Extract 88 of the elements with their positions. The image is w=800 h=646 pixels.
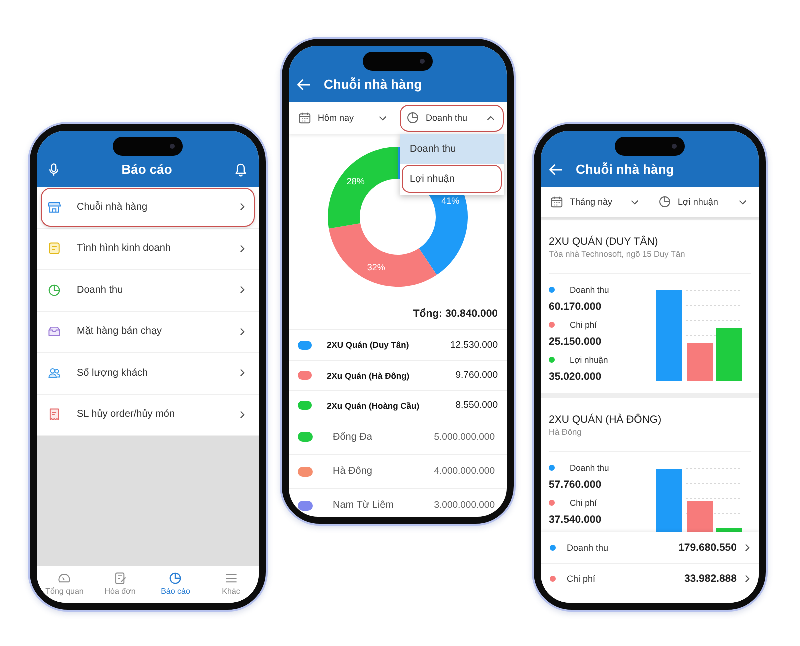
back-arrow-icon[interactable]	[297, 78, 311, 90]
branch-name: 2XU QUÁN (DUY TÂN)	[549, 236, 660, 249]
pie-chart-icon	[48, 284, 61, 297]
camera-notch	[113, 137, 183, 156]
summary-label: Chi phí	[567, 574, 596, 584]
nav-tab[interactable]: Khác	[204, 566, 259, 603]
revenue-value: 12.530.000	[450, 340, 498, 350]
chevron-right-icon	[240, 286, 245, 294]
percent-label: 28%	[346, 176, 365, 187]
filter-dropdown[interactable]: Doanh thu	[400, 104, 504, 132]
screen-title: Chuỗi nhà hàng	[324, 77, 422, 92]
revenue-value: 4.000.000.000	[434, 466, 495, 477]
metric-value: 37.540.000	[549, 514, 602, 526]
bell-icon[interactable]	[234, 162, 247, 176]
chevron-right-icon	[240, 244, 245, 253]
summary-value: 33.982.888	[684, 573, 737, 585]
grid-line	[686, 483, 742, 484]
metric-label: Chi phí	[570, 498, 597, 508]
metric-label: Doanh thu	[570, 284, 610, 294]
metric-value: 25.150.000	[549, 336, 602, 348]
restaurant-name: Đống Đa	[333, 432, 372, 442]
restaurant-name: 2Xu Quán (Hoàng Cầu)	[327, 400, 420, 410]
total-label: Tổng: 30.840.000	[413, 308, 498, 320]
calendar-icon	[551, 196, 563, 208]
chevron-down-icon	[739, 200, 747, 204]
calendar-icon	[299, 112, 311, 124]
screen-title: Báo cáo	[122, 162, 172, 177]
percent-label: 32%	[367, 262, 386, 273]
pie-chart-icon	[407, 112, 419, 124]
chevron-right-icon	[240, 328, 245, 336]
revenue-value: 8.550.000	[456, 400, 498, 411]
grid-line	[686, 305, 742, 306]
metric-value: 35.020.000	[549, 371, 602, 383]
branch-address: Tòa nhà Technosoft, ngõ 15 Duy Tân	[549, 249, 686, 260]
receipt-icon	[48, 408, 61, 422]
restaurant-name: Nam Từ Liêm	[333, 500, 394, 511]
restaurant-name: 2Xu Quán (Hà Đông)	[327, 370, 410, 380]
chevron-right-icon[interactable]	[745, 544, 750, 552]
chevron-right-icon	[240, 369, 245, 378]
revenue-value: 9.760.000	[456, 370, 498, 381]
chart-bar	[656, 469, 682, 532]
chevron-down-icon	[379, 116, 387, 120]
summary-value: 179.680.550	[678, 542, 737, 554]
chart-bar	[687, 501, 713, 532]
store-icon	[48, 200, 61, 214]
metric-value: 60.170.000	[549, 301, 602, 313]
pie-chart-icon	[659, 196, 671, 208]
metric-label: Lợi nhuận	[570, 354, 608, 364]
chart-bar	[687, 343, 713, 381]
branch-address: Hà Đông	[549, 427, 583, 438]
dropdown-option[interactable]: Doanh thu	[400, 134, 504, 164]
restaurant-name: Hà Đông	[333, 466, 372, 477]
metric-label: Chi phí	[570, 320, 597, 330]
dropdown-option[interactable]: Lợi nhuận	[402, 165, 502, 193]
metric-value: 57.760.000	[549, 479, 602, 491]
restaurant-name: 2XU Quán (Duy Tân)	[327, 340, 410, 350]
chevron-right-icon	[240, 203, 245, 212]
chevron-down-icon	[631, 200, 639, 204]
chart-bar	[716, 328, 742, 381]
nav-tab[interactable]: Báo cáo	[148, 566, 204, 603]
metric-label: Doanh thu	[570, 462, 610, 472]
users-icon	[48, 366, 61, 380]
invoice-icon	[114, 572, 127, 585]
menu-item[interactable]: Chuỗi nhà hàng	[41, 188, 255, 226]
grid-line	[686, 320, 742, 321]
nav-tab[interactable]: Tổng quan	[37, 566, 92, 603]
chevron-right-icon	[240, 410, 245, 419]
microphone-icon[interactable]	[49, 162, 59, 176]
tray-icon	[48, 325, 61, 338]
camera-notch	[363, 52, 433, 71]
chart-bar	[716, 528, 742, 532]
camera-notch	[615, 137, 685, 156]
revenue-value: 3.000.000.000	[434, 500, 495, 511]
chevron-up-icon	[487, 116, 495, 120]
summary-label: Doanh thu	[567, 542, 609, 552]
screen-title: Chuỗi nhà hàng	[576, 162, 674, 177]
percent-label: 41%	[442, 196, 460, 206]
document-icon	[48, 242, 61, 256]
gauge-icon	[58, 572, 72, 585]
chevron-right-icon[interactable]	[745, 575, 750, 583]
pie-chart-icon	[169, 572, 182, 585]
back-arrow-icon[interactable]	[549, 164, 563, 176]
grid-line	[686, 290, 742, 291]
grid-line	[686, 498, 742, 499]
grid-line	[686, 468, 742, 469]
menu-icon	[224, 572, 238, 585]
branch-name: 2XU QUÁN (HÀ ĐÔNG)	[549, 414, 663, 427]
revenue-value: 5.000.000.000	[434, 432, 495, 442]
